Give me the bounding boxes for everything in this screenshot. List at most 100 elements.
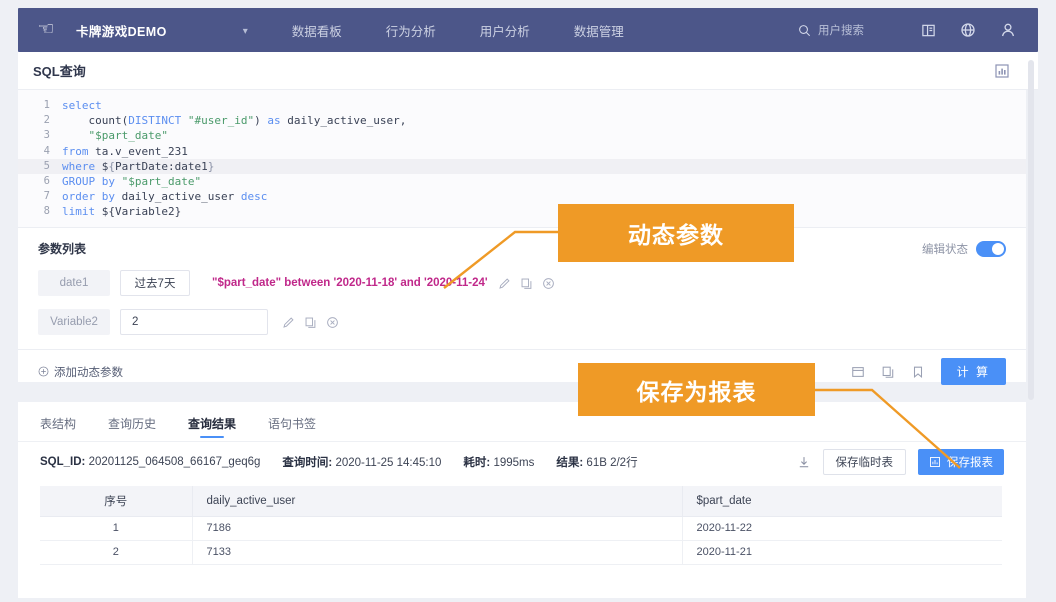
code-text: count(DISTINCT "#user_id") as daily_acti…: [62, 114, 407, 128]
column-header-index: 序号: [40, 486, 193, 517]
hand-pointer-icon: ☜: [37, 18, 55, 40]
vertical-scrollbar[interactable]: [1028, 60, 1034, 400]
code-line: 2 count(DISTINCT "#user_id") as daily_ac…: [18, 113, 1026, 128]
line-number: 3: [43, 129, 50, 142]
chevron-down-icon[interactable]: ▾: [243, 26, 248, 37]
sql-id-meta: SQL_ID: 20201125_064508_66167_geq6g: [40, 456, 260, 468]
table-row: 1 7186 2020-11-22: [40, 516, 1002, 541]
line-number: 2: [43, 114, 50, 127]
nav-item-user-analysis[interactable]: 用户分析: [480, 21, 530, 40]
table-cell: 1: [40, 516, 193, 541]
parameter-list-title: 参数列表: [38, 242, 87, 256]
result-size-value: 61B 2/2行: [586, 457, 638, 469]
parameter-list-section: 参数列表 编辑状态 date1 过去7天 "$part_date" betwee…: [18, 227, 1026, 393]
parameter-list-header: 参数列表 编辑状态: [18, 240, 1026, 257]
sql-id-label: SQL_ID:: [40, 456, 86, 468]
book-icon[interactable]: [908, 8, 948, 52]
save-report-button[interactable]: 保存报表: [918, 449, 1004, 475]
parameter-row-actions: [282, 316, 339, 329]
query-time-value: 2020-11-25 14:45:10: [335, 457, 442, 469]
search-icon: [799, 24, 811, 36]
page-header: SQL查询: [18, 52, 1038, 90]
line-number: 6: [43, 174, 50, 187]
parameter-row-actions: [498, 277, 555, 290]
parameter-footer: 添加动态参数 计 算: [18, 349, 1026, 393]
elapsed-meta: 耗时: 1995ms: [463, 454, 534, 470]
code-line: 5 where ${PartDate:date1}: [18, 158, 1026, 174]
code-text: limit ${Variable2}: [62, 205, 182, 219]
app-logo[interactable]: ☜: [18, 18, 74, 40]
code-text: order by daily_active_user desc: [62, 190, 268, 204]
sql-id-value: 20201125_064508_66167_geq6g: [88, 456, 261, 468]
result-size-label: 结果:: [556, 457, 584, 469]
parameter-value-number[interactable]: 2: [120, 309, 268, 335]
table-cell: 2020-11-21: [682, 540, 1002, 565]
save-temp-table-button[interactable]: 保存临时表: [822, 449, 906, 475]
results-card: 表结构 查询历史 查询结果 语句书签 SQL_ID: 20201125_0645…: [18, 402, 1026, 598]
page-title: SQL查询: [33, 64, 86, 79]
delete-icon[interactable]: [326, 316, 339, 329]
tab-table-schema[interactable]: 表结构: [40, 402, 76, 442]
report-chart-icon[interactable]: [992, 61, 1012, 81]
parameter-name: Variable2: [38, 309, 110, 335]
editor-actions: 计 算: [851, 358, 1006, 385]
table-cell: 2020-11-22: [682, 516, 1002, 541]
code-text: GROUP by "$part_date": [62, 174, 202, 188]
line-number: 1: [43, 99, 50, 111]
code-text: from ta.v_event_231: [62, 144, 188, 158]
column-header-part-date: $part_date: [682, 486, 1002, 517]
table-cell: 7186: [192, 516, 683, 541]
save-report-label: 保存报表: [947, 457, 993, 469]
tab-query-history[interactable]: 查询历史: [108, 402, 156, 442]
code-line: 7 order by daily_active_user desc: [18, 189, 1026, 204]
results-table: 序号 daily_active_user $part_date 1 7186 202…: [40, 486, 1002, 565]
line-number: 7: [43, 190, 50, 203]
copy-icon[interactable]: [881, 365, 895, 379]
parameter-value-date[interactable]: 过去7天: [120, 270, 190, 296]
copy-icon[interactable]: [304, 316, 317, 329]
nav-item-dashboard[interactable]: 数据看板: [292, 21, 342, 40]
user-icon[interactable]: [988, 8, 1028, 52]
edit-icon[interactable]: [282, 316, 295, 329]
edit-state-control: 编辑状态: [922, 240, 1006, 257]
query-time-label: 查询时间:: [282, 457, 333, 469]
code-text: where ${PartDate:date1}: [62, 159, 215, 173]
table-body: 1 7186 2020-11-22 2 7133 2020-11-21: [40, 516, 1002, 565]
nav-item-behavior-analysis[interactable]: 行为分析: [386, 21, 436, 40]
results-tabs: 表结构 查询历史 查询结果 语句书签: [18, 402, 1026, 442]
tab-statement-bookmarks[interactable]: 语句书签: [268, 402, 316, 442]
nav-item-data-management[interactable]: 数据管理: [574, 21, 624, 40]
line-number: 5: [43, 159, 50, 172]
bookmark-icon[interactable]: [911, 365, 925, 379]
download-icon[interactable]: [797, 455, 811, 469]
edit-state-toggle[interactable]: [976, 240, 1006, 257]
parameter-row: date1 过去7天 "$part_date" between '2020-11…: [18, 270, 1026, 296]
table-header-row: 序号 daily_active_user $part_date: [40, 486, 1002, 517]
annotation-save-as-report: 保存为报表: [578, 363, 815, 416]
delete-icon[interactable]: [542, 277, 555, 290]
results-meta-row: SQL_ID: 20201125_064508_66167_geq6g 查询时间…: [18, 442, 1026, 482]
sql-code-editor[interactable]: 1 select 2 count(DISTINCT "#user_id") as d…: [18, 90, 1026, 227]
code-text: "$part_date": [88, 129, 168, 143]
result-size-meta: 结果: 61B 2/2行: [556, 454, 637, 470]
user-search[interactable]: 用户搜索: [798, 22, 864, 38]
parameter-expression: "$part_date" between '2020-11-18' and '2…: [212, 277, 488, 289]
report-save-icon: [930, 457, 940, 467]
code-line: 6 GROUP by "$part_date": [18, 174, 1026, 189]
line-number: 8: [43, 205, 50, 218]
copy-icon[interactable]: [520, 277, 533, 290]
edit-icon[interactable]: [498, 277, 511, 290]
brand-name[interactable]: 卡牌游戏DEMO: [76, 21, 167, 40]
run-query-button[interactable]: 计 算: [940, 358, 1006, 385]
globe-icon[interactable]: [948, 8, 988, 52]
code-line: 3 "$part_date": [18, 128, 1026, 143]
code-line: 8 limit ${Variable2}: [18, 204, 1026, 219]
tab-query-results[interactable]: 查询结果: [188, 402, 236, 442]
parameter-name: date1: [38, 270, 110, 296]
app-root: ☜ 卡牌游戏DEMO ▾ 数据看板 行为分析 用户分析 数据管理 用户搜索 SQ…: [0, 0, 1056, 602]
primary-nav-links: 数据看板 行为分析 用户分析 数据管理: [292, 21, 624, 40]
parameter-row: Variable2 2: [18, 309, 1026, 335]
save-draft-icon[interactable]: [851, 365, 865, 379]
code-text: select: [62, 99, 102, 112]
add-dynamic-parameter-button[interactable]: 添加动态参数: [38, 364, 123, 380]
